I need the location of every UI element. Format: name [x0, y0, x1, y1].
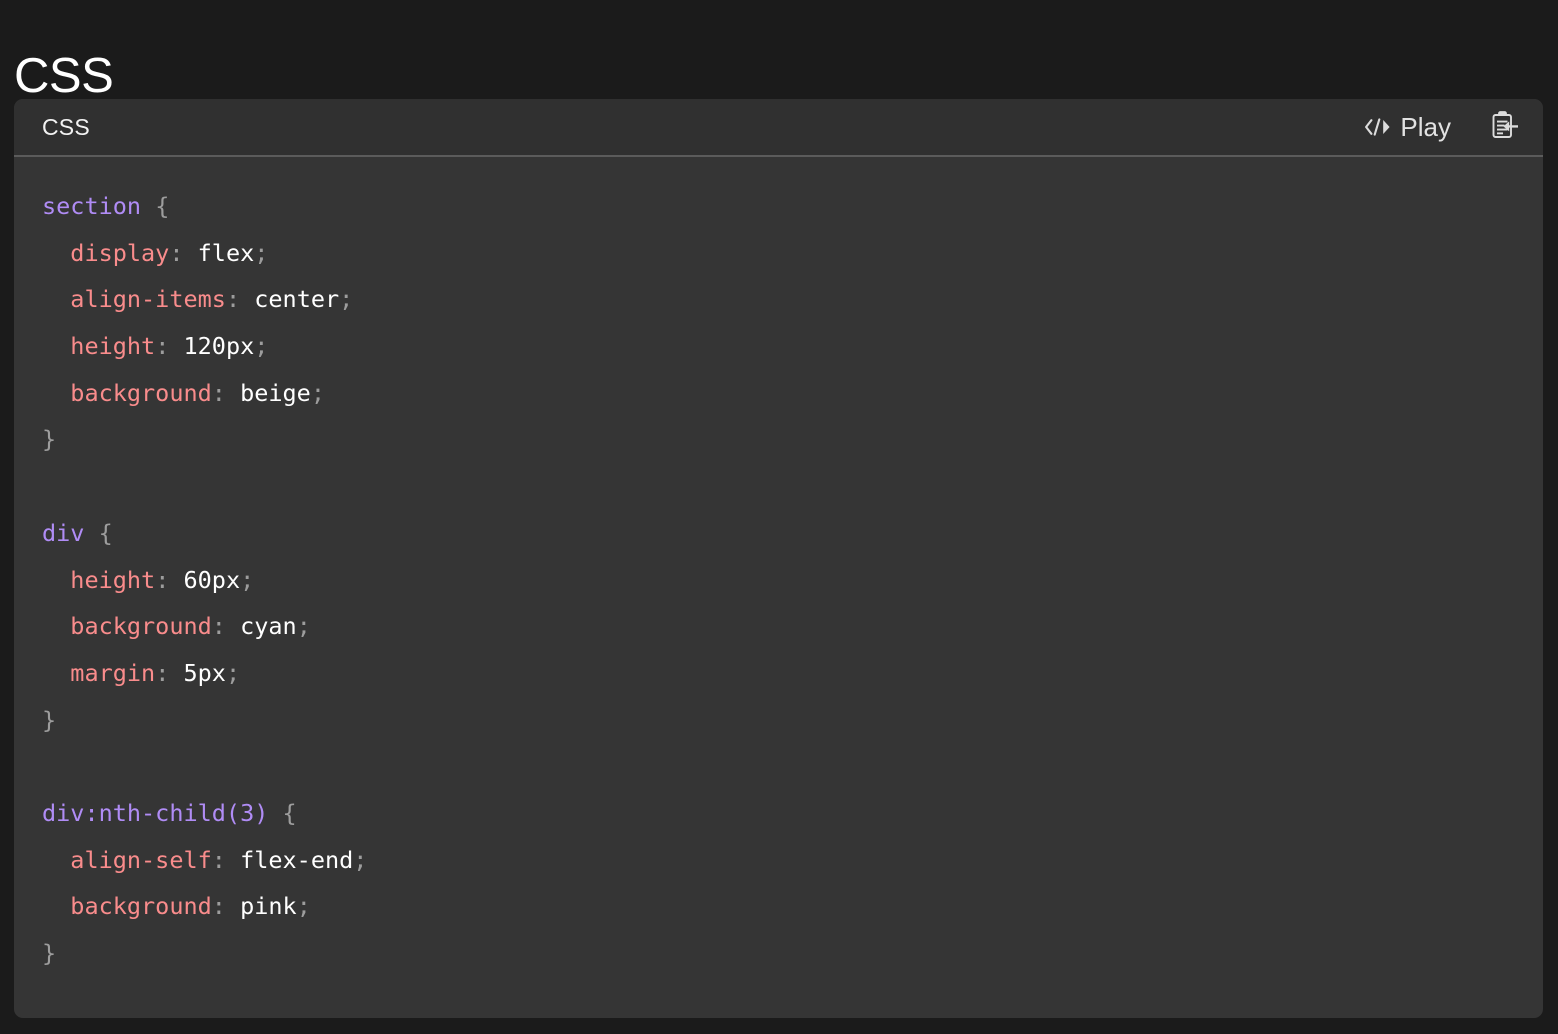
- code-line: }: [42, 697, 1515, 744]
- css-colon: :: [169, 238, 184, 267]
- code-line: section {: [42, 183, 1515, 230]
- css-semicolon: ;: [296, 892, 311, 921]
- css-brace-close: }: [42, 705, 57, 734]
- css-colon: :: [211, 892, 226, 921]
- css-value: 120px: [183, 332, 255, 361]
- css-colon: :: [155, 332, 170, 361]
- code-line: background: beige;: [42, 370, 1515, 417]
- css-semicolon: ;: [254, 332, 269, 361]
- css-colon: :: [211, 612, 226, 641]
- css-brace-open: {: [268, 798, 297, 827]
- page-root: CSS CSS Play section {display: flex; al…: [0, 0, 1558, 1034]
- paste-clipboard-icon: [1488, 110, 1520, 145]
- css-value: cyan: [240, 612, 297, 641]
- code-line: margin: 5px;: [42, 650, 1515, 697]
- code-body[interactable]: section { display: flex; align-items: ce…: [14, 157, 1543, 1018]
- css-property: height: [70, 565, 156, 594]
- css-brace-close: }: [42, 425, 57, 454]
- code-card-toolbar: Play: [1361, 110, 1521, 144]
- css-semicolon: ;: [254, 238, 269, 267]
- paste-clipboard-button[interactable]: [1487, 110, 1521, 144]
- code-line: }: [42, 416, 1515, 463]
- code-line: align-items: center;: [42, 276, 1515, 323]
- css-property: background: [70, 892, 212, 921]
- play-button[interactable]: Play: [1361, 110, 1453, 144]
- code-line: display: flex;: [42, 230, 1515, 277]
- css-colon: :: [225, 285, 241, 314]
- css-semicolon: ;: [296, 612, 311, 641]
- code-line: div {: [42, 510, 1515, 557]
- css-property: align-self: [70, 845, 212, 874]
- css-colon: :: [155, 565, 170, 594]
- css-property: background: [70, 378, 212, 407]
- css-property: background: [70, 612, 212, 641]
- code-line: background: cyan;: [42, 603, 1515, 650]
- css-property: height: [70, 332, 156, 361]
- code-line: height: 60px;: [42, 557, 1515, 604]
- css-semicolon: ;: [310, 378, 325, 407]
- css-colon: :: [211, 378, 226, 407]
- code-line: }: [42, 930, 1515, 977]
- css-semicolon: ;: [240, 565, 255, 594]
- css-brace-open: {: [141, 192, 170, 220]
- code-card-header: CSS Play: [14, 99, 1543, 157]
- css-semicolon: ;: [353, 845, 368, 874]
- css-selector: div:nth-child(3): [42, 798, 269, 827]
- code-line: height: 120px;: [42, 323, 1515, 370]
- css-semicolon: ;: [339, 285, 354, 314]
- code-line: align-self: flex-end;: [42, 837, 1515, 884]
- css-value: 5px: [183, 658, 226, 687]
- page-title: CSS: [14, 48, 114, 103]
- css-value: beige: [240, 378, 311, 407]
- code-card-title: CSS: [42, 113, 90, 140]
- css-property: align-items: [70, 285, 226, 314]
- code-line: div:nth-child(3) {: [42, 790, 1515, 837]
- css-value: flex: [197, 238, 255, 267]
- code-play-icon: [1363, 116, 1391, 138]
- css-value: pink: [240, 892, 297, 921]
- css-colon: :: [155, 658, 170, 687]
- css-brace-open: {: [84, 518, 113, 547]
- code-line: background: pink;: [42, 883, 1515, 930]
- css-property: margin: [70, 658, 156, 687]
- css-semicolon: ;: [225, 658, 241, 687]
- css-value: center: [254, 285, 340, 314]
- css-selector: div: [42, 518, 85, 547]
- css-selector: section: [42, 192, 142, 220]
- code-card: CSS Play section {display: flex; align-…: [14, 99, 1543, 1018]
- css-value: 60px: [183, 565, 241, 594]
- css-property: display: [70, 238, 170, 267]
- css-value: flex-end: [240, 845, 354, 874]
- css-colon: :: [211, 845, 226, 874]
- play-button-label: Play: [1400, 112, 1451, 142]
- css-brace-close: }: [42, 939, 57, 967]
- code-block[interactable]: section { display: flex; align-items: ce…: [14, 183, 1543, 977]
